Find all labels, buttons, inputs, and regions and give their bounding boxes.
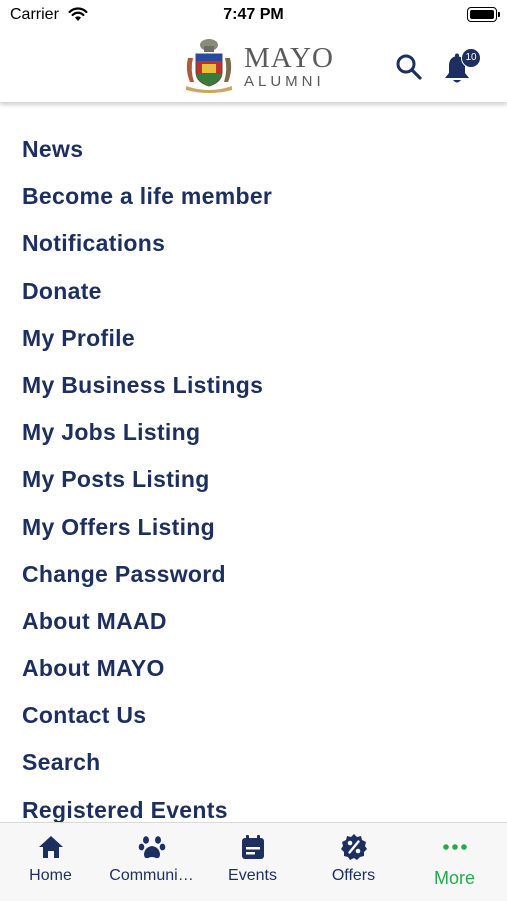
menu-list: News Become a life member Notifications …	[22, 126, 272, 822]
menu-item-my-business-listings[interactable]: My Business Listings	[22, 362, 272, 409]
tab-label-home: Home	[29, 867, 72, 884]
menu-item-my-jobs-listing[interactable]: My Jobs Listing	[22, 409, 272, 456]
menu-item-my-offers-listing[interactable]: My Offers Listing	[22, 504, 272, 551]
mayo-alumni-logo: MAYO ALUMNI	[180, 36, 333, 96]
menu-item-change-password[interactable]: Change Password	[22, 551, 272, 598]
tab-label-more: More	[433, 868, 475, 888]
notifications-button[interactable]: 10	[442, 48, 482, 86]
more-dots-icon	[442, 844, 467, 850]
logo-subtitle: ALUMNI	[244, 73, 325, 90]
notification-badge: 10	[461, 48, 481, 68]
menu-item-notifications[interactable]: Notifications	[22, 220, 272, 267]
logo-title: MAYO	[244, 42, 334, 74]
battery-icon	[467, 7, 500, 22]
menu-item-search[interactable]: Search	[22, 739, 272, 786]
bottom-tab-bar: Home Communi… Events Offers More	[0, 822, 507, 901]
menu-item-about-mayo[interactable]: About MAYO	[22, 645, 272, 692]
tab-label-events: Events	[228, 867, 277, 884]
calendar-icon	[241, 835, 264, 859]
tab-offers[interactable]: Offers	[303, 823, 404, 901]
menu-item-contact-us[interactable]: Contact Us	[22, 692, 272, 739]
menu-item-registered-events[interactable]: Registered Events	[22, 787, 272, 822]
more-menu: News Become a life member Notifications …	[0, 102, 507, 822]
app-header: MAYO ALUMNI 10	[0, 30, 507, 102]
percent-badge-icon	[340, 834, 367, 860]
menu-item-about-maad[interactable]: About MAAD	[22, 598, 272, 645]
clock: 7:47 PM	[223, 6, 284, 23]
paw-icon	[138, 836, 165, 859]
search-icon	[396, 54, 422, 80]
home-icon	[38, 836, 63, 858]
tab-label-community: Communi…	[109, 867, 194, 884]
tab-community[interactable]: Communi…	[101, 823, 202, 901]
menu-item-news[interactable]: News	[22, 126, 272, 173]
menu-item-donate[interactable]: Donate	[22, 268, 272, 315]
tab-home[interactable]: Home	[0, 823, 101, 901]
tab-more[interactable]: More	[404, 823, 505, 901]
tab-label-offers: Offers	[331, 867, 376, 884]
menu-item-become-life-member[interactable]: Become a life member	[22, 173, 272, 220]
menu-item-my-posts-listing[interactable]: My Posts Listing	[22, 456, 272, 503]
search-button[interactable]	[394, 52, 424, 82]
crest-icon	[186, 39, 232, 93]
tab-events[interactable]: Events	[202, 823, 303, 901]
menu-item-my-profile[interactable]: My Profile	[22, 315, 272, 362]
status-bar: Carrier 7:47 PM	[0, 0, 507, 30]
